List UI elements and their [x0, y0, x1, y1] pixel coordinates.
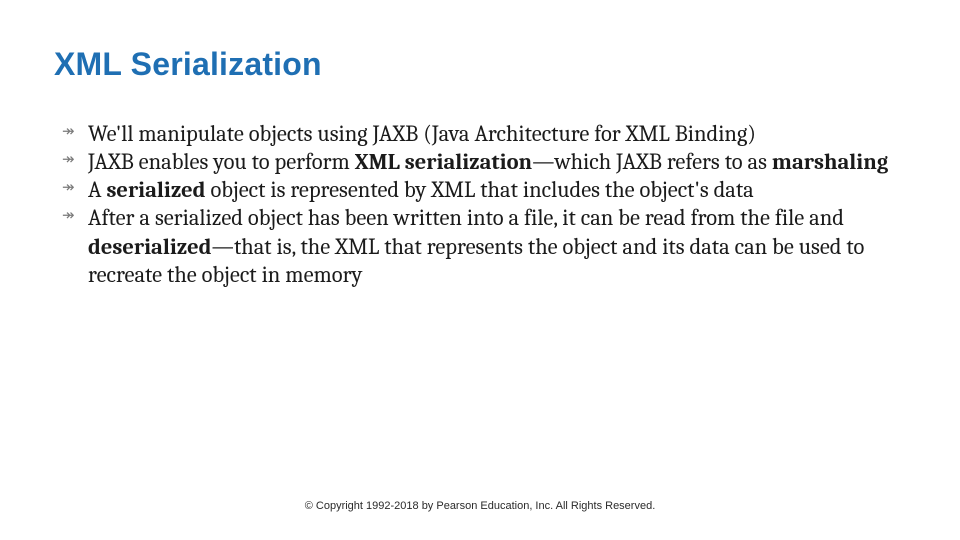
bullet-text: serialized: [106, 177, 205, 203]
bullet-item: A serialized object is represented by XM…: [60, 176, 910, 204]
bullet-item: JAXB enables you to perform XML serializ…: [60, 148, 910, 176]
bullet-list: We'll manipulate objects using JAXB (Jav…: [60, 120, 910, 289]
slide-body: We'll manipulate objects using JAXB (Jav…: [60, 120, 910, 289]
bullet-text: After a serialized object has been writt…: [88, 205, 844, 231]
bullet-text: JAXB enables you to perform: [88, 149, 355, 175]
bullet-text: —which JAXB refers to as: [532, 149, 772, 175]
bullet-text: deserialized: [88, 234, 211, 260]
slide: XML Serialization We'll manipulate objec…: [0, 0, 960, 540]
bullet-item: We'll manipulate objects using JAXB (Jav…: [60, 120, 910, 148]
bullet-text: marshaling: [772, 149, 888, 175]
bullet-text: A: [88, 177, 106, 203]
copyright-footer: © Copyright 1992-2018 by Pearson Educati…: [0, 500, 960, 512]
slide-title: XML Serialization: [54, 46, 322, 83]
bullet-item: After a serialized object has been writt…: [60, 204, 910, 288]
bullet-text: object is represented by XML that includ…: [206, 177, 754, 203]
bullet-text: We'll manipulate objects using JAXB (Jav…: [88, 121, 756, 147]
bullet-text: XML serialization: [355, 149, 532, 175]
